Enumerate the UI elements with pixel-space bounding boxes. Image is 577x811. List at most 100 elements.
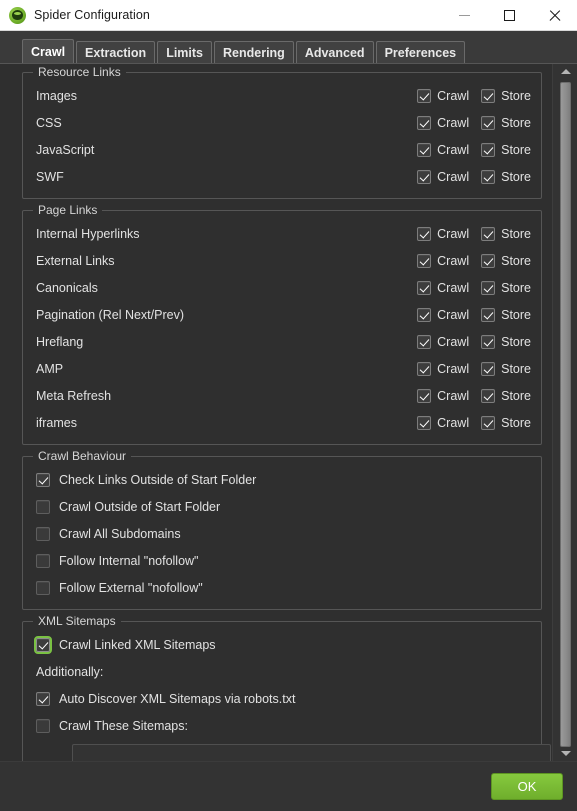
store-checkbox-internal-hyperlinks[interactable]: Store (481, 226, 531, 241)
checkbox-label: Follow Internal "nofollow" (59, 553, 199, 568)
table-row: Meta Refresh Crawl Store (23, 382, 541, 409)
checkbox-label: Auto Discover XML Sitemaps via robots.tx… (59, 691, 296, 706)
group-title-resource-links: Resource Links (33, 65, 126, 79)
vertical-scrollbar[interactable] (552, 64, 577, 761)
store-checkbox-meta-refresh[interactable]: Store (481, 388, 531, 403)
crawl-checkbox-images[interactable]: Crawl (417, 88, 470, 103)
crawl-checkbox-canonicals[interactable]: Crawl (417, 280, 470, 295)
checkbox-icon (417, 115, 432, 130)
table-row: JavaScript Crawl Store (23, 136, 541, 163)
checkbox-icon (417, 88, 432, 103)
crawl-label: Crawl (437, 280, 470, 295)
checkbox-label: Check Links Outside of Start Folder (59, 472, 257, 487)
checkbox-icon (36, 691, 50, 706)
tab-preferences[interactable]: Preferences (375, 41, 466, 63)
checkbox-label: Follow External "nofollow" (59, 580, 203, 595)
checkbox-icon (417, 253, 432, 268)
checkbox-icon (417, 226, 432, 241)
checkbox-label: Crawl Linked XML Sitemaps (59, 637, 216, 652)
ok-button[interactable]: OK (491, 773, 563, 800)
store-label: Store (501, 280, 531, 295)
tab-crawl[interactable]: Crawl (22, 39, 75, 63)
store-checkbox-images[interactable]: Store (481, 88, 531, 103)
crawl-checkbox-swf[interactable]: Crawl (417, 169, 469, 184)
checkbox-icon (417, 334, 432, 349)
store-checkbox-swf[interactable]: Store (481, 169, 531, 184)
checkbox-icon (481, 334, 496, 349)
row-label-meta-refresh: Meta Refresh (36, 388, 112, 403)
crawl-label: Crawl (437, 415, 470, 430)
crawl-label: Crawl (437, 88, 470, 103)
spider-frog-icon (9, 6, 26, 24)
title-bar: Spider Configuration (0, 0, 577, 31)
store-label: Store (501, 334, 531, 349)
checkbox-follow-internal-nofollow[interactable]: Follow Internal "nofollow" (23, 547, 541, 574)
crawl-checkbox-hreflang[interactable]: Crawl (417, 334, 469, 349)
row-label-pagination: Pagination (Rel Next/Prev) (36, 307, 184, 322)
checkbox-icon (481, 142, 496, 157)
tab-extraction[interactable]: Extraction (76, 41, 156, 63)
checkbox-icon (481, 115, 496, 130)
scrollbar-thumb[interactable] (560, 82, 571, 747)
crawl-checkbox-internal-hyperlinks[interactable]: Crawl (417, 226, 469, 241)
store-checkbox-pagination[interactable]: Store (481, 307, 531, 322)
checkbox-check-links-outside-start-folder[interactable]: Check Links Outside of Start Folder (23, 466, 541, 493)
checkbox-auto-discover-xml-sitemaps[interactable]: Auto Discover XML Sitemaps via robots.tx… (23, 685, 541, 712)
checkbox-icon (481, 226, 496, 241)
checkbox-crawl-these-sitemaps[interactable]: Crawl These Sitemaps: (23, 712, 541, 739)
crawl-label: Crawl (437, 388, 470, 403)
store-checkbox-css[interactable]: Store (481, 115, 531, 130)
additionally-label: Additionally: (36, 664, 104, 679)
crawl-checkbox-iframes[interactable]: Crawl (417, 415, 470, 430)
scroll-up-arrow-icon[interactable] (553, 64, 577, 79)
store-label: Store (501, 361, 531, 376)
store-label: Store (501, 415, 531, 430)
crawl-tab-panel: Resource Links Images Crawl Store CSS Cr… (0, 64, 552, 803)
table-row: Hreflang Crawl Store (23, 328, 541, 355)
dialog-footer: OK (0, 761, 577, 811)
store-label: Store (501, 307, 531, 322)
crawl-label: Crawl (437, 142, 470, 157)
row-label-iframes: iframes (36, 415, 77, 430)
crawl-checkbox-pagination[interactable]: Crawl (417, 307, 469, 322)
crawl-checkbox-javascript[interactable]: Crawl (417, 142, 470, 157)
table-row: SWF Crawl Store (23, 163, 541, 190)
checkbox-icon (481, 253, 496, 268)
minimize-button[interactable] (442, 0, 487, 31)
store-label: Store (501, 142, 531, 157)
checkbox-icon (417, 388, 432, 403)
table-row: Images Crawl Store (23, 82, 541, 109)
tab-bar: Crawl Extraction Limits Rendering Advanc… (0, 31, 577, 64)
store-checkbox-hreflang[interactable]: Store (481, 334, 531, 349)
crawl-checkbox-css[interactable]: Crawl (417, 115, 469, 130)
checkbox-icon (36, 472, 50, 487)
tab-limits[interactable]: Limits (157, 41, 212, 63)
store-label: Store (501, 169, 531, 184)
tab-advanced[interactable]: Advanced (295, 41, 374, 63)
checkbox-crawl-all-subdomains[interactable]: Crawl All Subdomains (23, 520, 541, 547)
store-checkbox-amp[interactable]: Store (481, 361, 531, 376)
store-checkbox-canonicals[interactable]: Store (481, 280, 531, 295)
maximize-button[interactable] (487, 0, 532, 31)
scroll-down-arrow-icon[interactable] (553, 746, 577, 761)
store-label: Store (501, 88, 531, 103)
store-checkbox-javascript[interactable]: Store (481, 142, 531, 157)
crawl-checkbox-amp[interactable]: Crawl (417, 361, 470, 376)
close-button[interactable] (532, 0, 577, 31)
table-row: External Links Crawl Store (23, 247, 541, 274)
store-checkbox-external-links[interactable]: Store (481, 253, 531, 268)
checkbox-crawl-outside-start-folder[interactable]: Crawl Outside of Start Folder (23, 493, 541, 520)
checkbox-crawl-linked-xml-sitemaps[interactable]: Crawl Linked XML Sitemaps (23, 631, 541, 658)
crawl-checkbox-external-links[interactable]: Crawl (417, 253, 469, 268)
tab-rendering[interactable]: Rendering (214, 41, 294, 63)
table-row: CSS Crawl Store (23, 109, 541, 136)
crawl-label: Crawl (437, 361, 470, 376)
checkbox-icon (36, 580, 50, 595)
checkbox-icon (417, 361, 432, 376)
crawl-checkbox-meta-refresh[interactable]: Crawl (417, 388, 470, 403)
store-label: Store (501, 226, 531, 241)
checkbox-follow-external-nofollow[interactable]: Follow External "nofollow" (23, 574, 541, 601)
group-title-xml-sitemaps: XML Sitemaps (33, 614, 121, 628)
checkbox-icon (481, 280, 496, 295)
store-checkbox-iframes[interactable]: Store (481, 415, 531, 430)
